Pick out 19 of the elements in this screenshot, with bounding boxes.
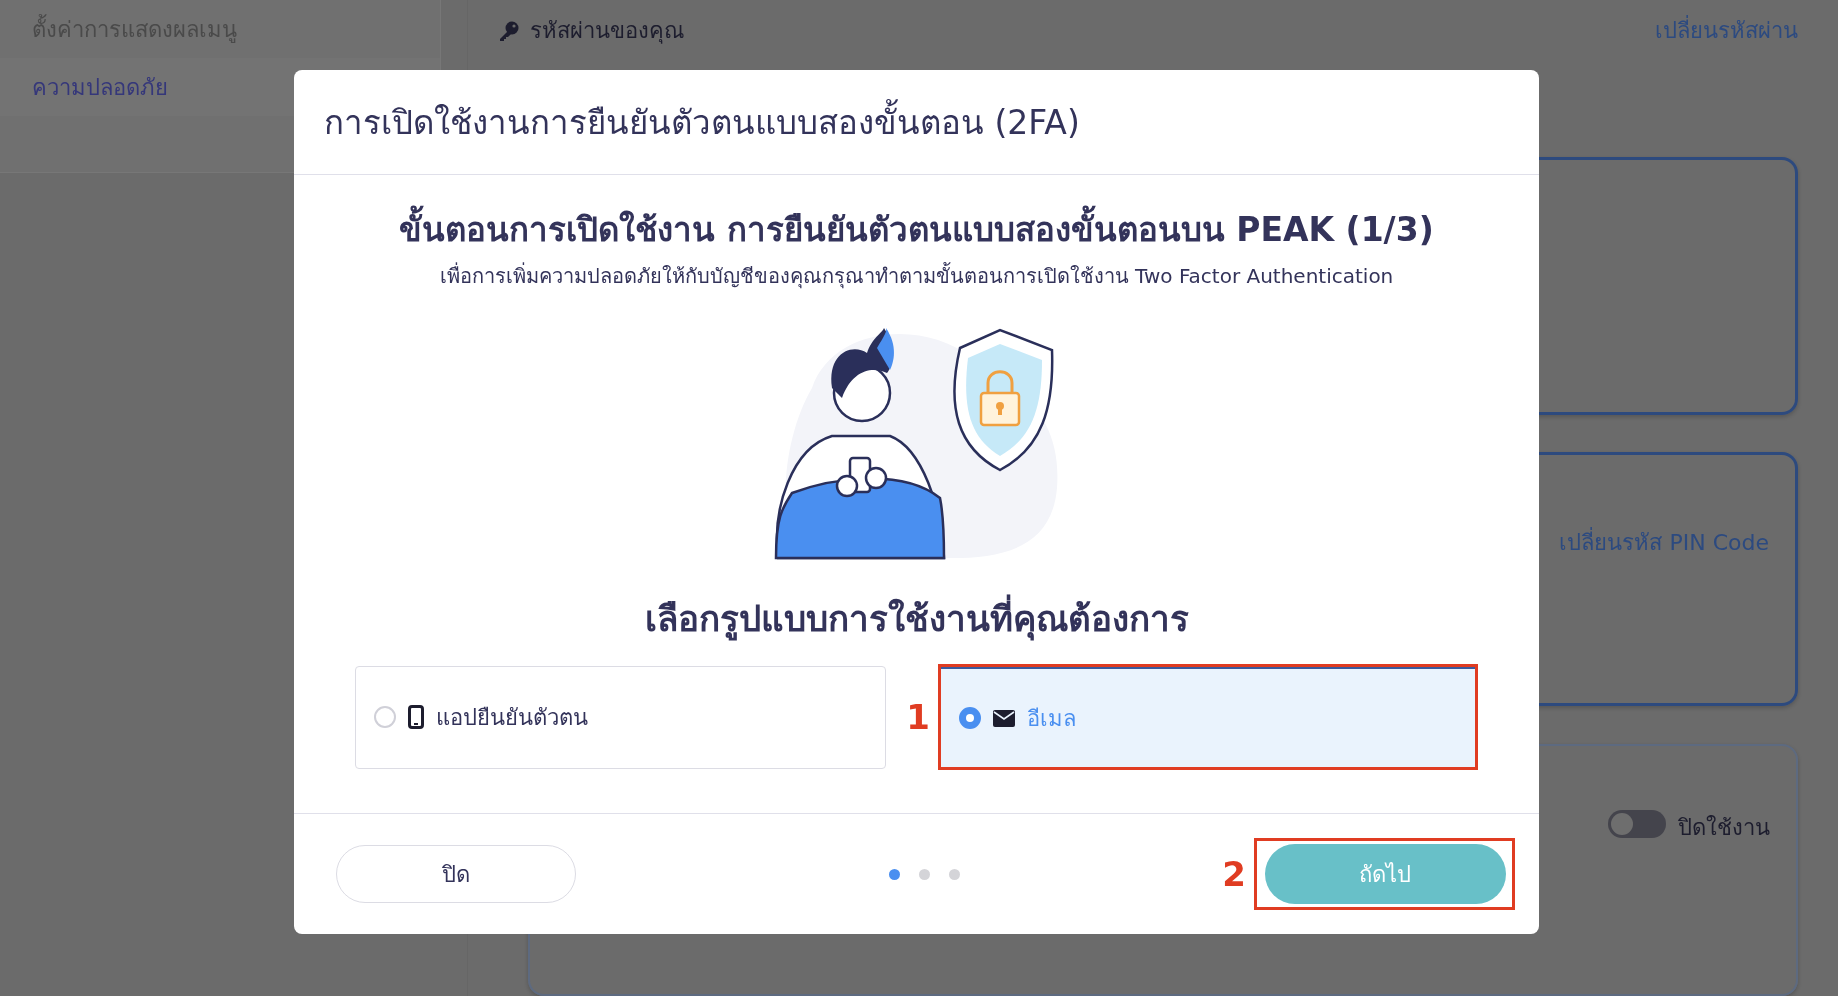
step-heading: ขั้นตอนการเปิดใช้งาน การยืนยันตัวตนแบบสองขั้นตอนบน PEAK (1/3) — [399, 203, 1434, 256]
annotation-number: 1 — [906, 697, 930, 737]
auth-option[interactable]: แอปยืนยันตัวตน — [355, 665, 887, 769]
close-button[interactable]: ปิด — [336, 845, 576, 903]
choose-method-heading: เลือกรูปแบบการใช้งานที่คุณต้องการ — [644, 591, 1189, 646]
envelope-icon — [992, 709, 1015, 727]
change-pin-link[interactable]: เปลี่ยนรหัส PIN Code — [1559, 524, 1769, 703]
radio-button[interactable] — [374, 706, 397, 728]
annotation-number: 2 — [1222, 854, 1246, 894]
phone-icon — [408, 705, 425, 729]
auth-option[interactable]: อีเมล — [940, 667, 1475, 767]
section-title: รหัสผ่านของคุณ — [530, 17, 685, 46]
change-password-link[interactable]: เปลี่ยนรหัสผ่าน — [1655, 13, 1798, 49]
radio-button[interactable] — [958, 707, 981, 729]
toggle-label: ปิดใช้งาน — [1678, 813, 1770, 842]
step-description: เพื่อการเพิ่มความปลอดภัยให้กับบัญชีของคุณกรุณาทำตามขั้นตอนการเปิดใช้งาน Two Factor Authentication — [439, 261, 1394, 291]
next-button[interactable]: ถัดไป — [1265, 844, 1506, 904]
key-icon — [498, 19, 520, 42]
toggle-switch[interactable] — [1608, 809, 1666, 838]
